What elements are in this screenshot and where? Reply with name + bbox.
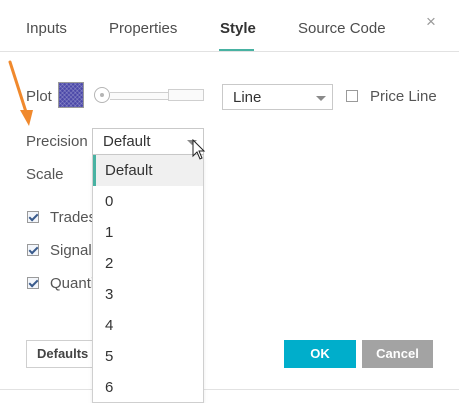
plot-color-swatch[interactable] bbox=[58, 82, 84, 108]
line-width-slider-track[interactable] bbox=[110, 92, 169, 100]
plot-style-select[interactable]: Line bbox=[222, 84, 333, 110]
close-icon[interactable]: × bbox=[426, 12, 436, 32]
option-label: Default bbox=[105, 162, 153, 179]
ok-button[interactable]: OK bbox=[284, 340, 356, 368]
precision-option-3[interactable]: 3 bbox=[93, 279, 203, 310]
cancel-button[interactable]: Cancel bbox=[362, 340, 433, 368]
signal-label: Signal bbox=[50, 242, 92, 259]
line-width-slider-handle[interactable] bbox=[94, 87, 110, 103]
precision-option-4[interactable]: 4 bbox=[93, 310, 203, 341]
plot-style-value: Line bbox=[233, 89, 262, 106]
option-label: 2 bbox=[105, 255, 114, 272]
tab-source-code[interactable]: Source Code bbox=[298, 20, 386, 37]
tab-properties[interactable]: Properties bbox=[109, 20, 177, 37]
mouse-cursor-icon bbox=[192, 139, 206, 160]
plot-label: Plot bbox=[26, 88, 52, 105]
signal-checkbox[interactable] bbox=[27, 244, 39, 256]
line-width-slider-end bbox=[168, 89, 204, 101]
option-label: 5 bbox=[105, 348, 114, 365]
price-line-checkbox[interactable] bbox=[346, 90, 358, 102]
precision-dropdown-list[interactable]: Default 0 1 2 3 4 5 6 bbox=[92, 155, 204, 403]
quantity-label: Quanti bbox=[50, 275, 95, 292]
trades-label: Trades bbox=[50, 209, 97, 226]
annotation-arrow-icon bbox=[8, 60, 33, 126]
option-label: 6 bbox=[105, 379, 114, 396]
precision-label: Precision bbox=[26, 133, 88, 150]
quantity-checkbox[interactable] bbox=[27, 277, 39, 289]
footer-divider bbox=[0, 389, 459, 390]
price-line-label: Price Line bbox=[370, 88, 437, 105]
tabs-divider bbox=[0, 51, 459, 52]
precision-option-5[interactable]: 5 bbox=[93, 341, 203, 372]
precision-select[interactable]: Default bbox=[92, 128, 204, 155]
option-label: 0 bbox=[105, 193, 114, 210]
option-label: 4 bbox=[105, 317, 114, 334]
defaults-button[interactable]: Defaults bbox=[26, 340, 98, 368]
option-label: 1 bbox=[105, 224, 114, 241]
precision-value: Default bbox=[103, 133, 151, 150]
scale-label: Scale bbox=[26, 166, 64, 183]
precision-option-1[interactable]: 1 bbox=[93, 217, 203, 248]
precision-option-2[interactable]: 2 bbox=[93, 248, 203, 279]
option-label: 3 bbox=[105, 286, 114, 303]
tab-style[interactable]: Style bbox=[220, 20, 256, 37]
precision-option-0[interactable]: 0 bbox=[93, 186, 203, 217]
precision-option-default[interactable]: Default bbox=[93, 155, 203, 186]
precision-option-6[interactable]: 6 bbox=[93, 372, 203, 403]
chevron-down-icon bbox=[316, 96, 326, 101]
trades-checkbox[interactable] bbox=[27, 211, 39, 223]
